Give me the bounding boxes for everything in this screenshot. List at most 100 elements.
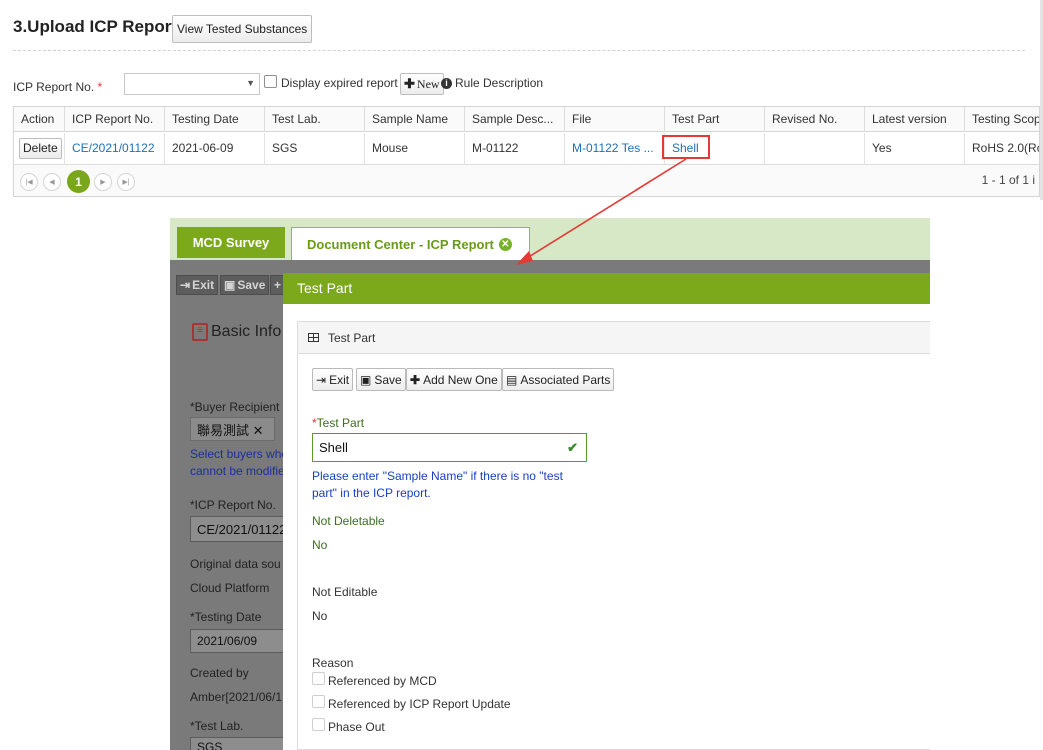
- not-deletable-label: Not Deletable: [312, 514, 385, 528]
- column-header[interactable]: Revised No.: [765, 107, 865, 132]
- reason-option-label: Referenced by ICP Report Update: [328, 697, 511, 711]
- column-header[interactable]: ICP Report No.: [65, 107, 165, 132]
- first-page-icon[interactable]: |◀: [20, 173, 38, 191]
- bg-testing-date-label: *Testing Date: [190, 610, 262, 624]
- test-part-hint: Please enter "Sample Name" if there is n…: [312, 469, 563, 500]
- next-page-icon[interactable]: ▶: [94, 173, 112, 191]
- test-part-input[interactable]: Shell ✔: [312, 433, 587, 462]
- delete-button-label: Delete: [23, 141, 58, 155]
- reason-option-label: Referenced by MCD: [328, 674, 437, 688]
- check-icon: ✔: [567, 440, 578, 455]
- bg-add-button: +: [270, 275, 284, 295]
- bg-basic-info-label: Basic Info: [211, 323, 282, 340]
- bg-testing-date-input: 2021/06/09: [190, 629, 290, 653]
- bg-exit-label: Exit: [192, 278, 215, 292]
- testing-scope-cell: RoHS 2.0(Ro: [965, 133, 1039, 164]
- add-new-one-button[interactable]: ✚ Add New One: [406, 368, 502, 391]
- new-button[interactable]: ✚ New: [400, 73, 444, 95]
- info-circle-icon: i: [441, 77, 452, 89]
- column-header[interactable]: Sample Desc...: [465, 107, 565, 132]
- rule-description-link[interactable]: i Rule Description: [441, 76, 543, 90]
- bg-original-data-source-value: Cloud Platform: [190, 581, 270, 595]
- view-tested-substances-button[interactable]: View Tested Substances: [172, 15, 313, 43]
- bg-test-lab-input: SGS: [190, 737, 290, 750]
- bg-icp-report-no-label: *ICP Report No.: [190, 498, 276, 512]
- reason-checkbox-phase-out[interactable]: [312, 718, 325, 731]
- sample-name-cell: Mouse: [365, 133, 465, 164]
- reason-checkbox-referenced-by-icp-update[interactable]: [312, 695, 325, 708]
- bg-original-data-source-label: Original data sou: [190, 557, 281, 571]
- bg-add-label: +: [274, 278, 282, 292]
- associated-parts-button[interactable]: ▤ Associated Parts: [502, 368, 615, 391]
- exit-icon: ⇥: [316, 372, 327, 387]
- latest-version-cell: Yes: [865, 133, 965, 164]
- revised-no-cell: [765, 133, 865, 164]
- bg-buyer-recipient-label: *Buyer Recipient: [190, 400, 280, 414]
- exit-button[interactable]: ⇥ Exit: [312, 368, 354, 391]
- bg-basic-info-heading: ≡ Basic Info: [192, 323, 281, 341]
- save-button[interactable]: ▣ Save: [356, 368, 406, 391]
- tab-mcd-survey[interactable]: MCD Survey: [177, 227, 285, 258]
- icp-report-no-label: ICP Report No. *: [13, 80, 102, 94]
- bg-icp-report-no-input: CE/2021/01122: [190, 516, 290, 542]
- plus-icon: ✚: [410, 372, 421, 387]
- not-editable-value: No: [312, 609, 328, 623]
- reason-checkbox-referenced-by-mcd[interactable]: [312, 672, 325, 685]
- bg-save-button: ▣ Save: [220, 275, 270, 295]
- column-header[interactable]: File: [565, 107, 665, 132]
- document-icon: ▤: [506, 372, 518, 387]
- table-icon: [308, 333, 319, 342]
- tab-bar: MCD Survey Document Center - ICP Report …: [170, 218, 930, 260]
- dialog-title: Test Part: [283, 273, 930, 304]
- section-divider: [13, 50, 1025, 51]
- icp-report-no-label-text: ICP Report No.: [13, 80, 95, 94]
- icp-report-no-cell[interactable]: CE/2021/01122: [65, 133, 165, 164]
- panel-title: Test Part: [328, 331, 376, 345]
- save-button-label: Save: [374, 372, 402, 387]
- grid-header: Action ICP Report No. Testing Date Test …: [14, 107, 1039, 132]
- pager-info: 1 - 1 of 1 i: [981, 173, 1035, 187]
- panel-header: Test Part: [298, 322, 930, 354]
- list-icon: ≡: [192, 323, 208, 341]
- embedded-screenshot: MCD Survey Document Center - ICP Report …: [170, 218, 930, 750]
- save-icon: ▣: [224, 278, 236, 292]
- bg-save-label: Save: [237, 278, 266, 292]
- bg-created-by-value: Amber[2021/06/1: [190, 690, 283, 704]
- bg-buyer-tag: 聯易測試 ✕: [190, 417, 275, 441]
- column-header[interactable]: Testing Date: [165, 107, 265, 132]
- plus-icon: ✚: [404, 76, 415, 91]
- test-part-label: *Test Part: [312, 416, 364, 430]
- bg-created-by-label: Created by: [190, 666, 249, 680]
- current-page[interactable]: 1: [67, 170, 90, 193]
- icp-report-grid: Action ICP Report No. Testing Date Test …: [13, 106, 1040, 197]
- rule-description-label: Rule Description: [455, 76, 544, 90]
- column-header[interactable]: Testing Scop: [965, 107, 1039, 132]
- chevron-down-icon: ▼: [246, 78, 255, 88]
- reason-option-label: Phase Out: [328, 720, 385, 734]
- prev-page-icon[interactable]: ◀: [43, 173, 61, 191]
- add-new-one-label: Add New One: [423, 372, 498, 387]
- save-icon: ▣: [360, 372, 372, 387]
- icp-report-select[interactable]: ▼: [124, 73, 260, 95]
- column-header[interactable]: Latest version: [865, 107, 965, 132]
- not-deletable-value: No: [312, 538, 328, 552]
- close-icon[interactable]: ✕: [498, 237, 512, 251]
- test-lab-cell: SGS: [265, 133, 365, 164]
- file-link[interactable]: M-01122 Tes ...: [565, 133, 665, 164]
- new-button-label: New: [416, 76, 440, 91]
- column-header[interactable]: Test Part: [665, 107, 765, 132]
- delete-button[interactable]: Delete: [19, 138, 62, 159]
- last-page-icon[interactable]: ▶|: [117, 173, 135, 191]
- display-expired-checkbox[interactable]: [264, 75, 277, 88]
- annotation-highlight-box: [662, 135, 710, 159]
- column-header[interactable]: Test Lab.: [265, 107, 365, 132]
- pager: |◀ ◀ 1 ▶ ▶| 1 - 1 of 1 i: [14, 165, 1039, 196]
- tab-document-center[interactable]: Document Center - ICP Report ✕: [291, 227, 530, 260]
- column-header[interactable]: Sample Name: [365, 107, 465, 132]
- exit-button-label: Exit: [329, 372, 350, 387]
- view-tested-substances-label: View Tested Substances: [177, 22, 308, 36]
- display-expired-label: Display expired report: [281, 76, 398, 90]
- column-header[interactable]: Action: [14, 107, 65, 132]
- section-title: 3.Upload ICP Report: [13, 17, 178, 36]
- test-part-dialog: Test Part Test Part ⇥ Exit ▣ Save ✚ Add New…: [283, 273, 930, 750]
